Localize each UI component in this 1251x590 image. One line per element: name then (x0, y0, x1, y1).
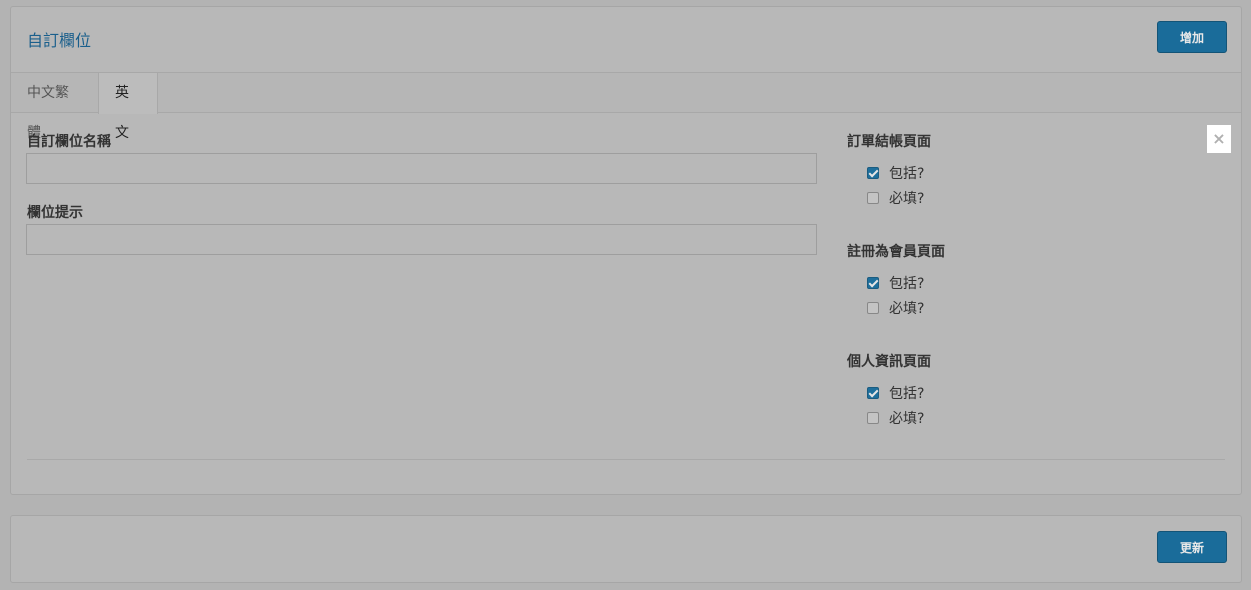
checkout-include-label: 包括? (889, 166, 925, 182)
register-required-checkbox[interactable] (867, 302, 879, 314)
profile-required-checkbox[interactable] (867, 412, 879, 424)
profile-required-label: 必填? (889, 411, 925, 427)
tab-english[interactable]: 英文 (98, 73, 158, 141)
checkout-required-option[interactable]: 必填? (867, 189, 924, 207)
profile-required-option[interactable]: 必填? (867, 409, 924, 427)
register-required-option[interactable]: 必填? (867, 299, 924, 317)
update-button[interactable]: 更新 (1157, 531, 1227, 563)
divider (27, 459, 1225, 460)
checkout-include-checkbox[interactable] (867, 167, 879, 179)
footer-panel: 更新 (10, 515, 1242, 583)
page-title: 自訂欄位 (27, 31, 92, 50)
register-required-label: 必填? (889, 301, 925, 317)
checkout-required-checkbox[interactable] (867, 192, 879, 204)
profile-include-label: 包括? (889, 386, 925, 402)
field-hint-input[interactable] (26, 224, 817, 255)
custom-field-panel: 自訂欄位 增加 中文繁體 英文 自訂欄位名稱 欄位提示 訂單結帳頁面 包括? 必… (10, 6, 1242, 495)
profile-include-option[interactable]: 包括? (867, 384, 924, 402)
add-button[interactable]: 增加 (1157, 21, 1227, 53)
panel-heading: 自訂欄位 增加 (11, 7, 1241, 73)
language-tabs: 中文繁體 英文 (11, 73, 1241, 141)
tab-traditional-chinese[interactable]: 中文繁體 (11, 73, 98, 141)
register-include-checkbox[interactable] (867, 277, 879, 289)
register-include-option[interactable]: 包括? (867, 274, 924, 292)
field-name-label: 自訂欄位名稱 (27, 134, 111, 150)
profile-include-checkbox[interactable] (867, 387, 879, 399)
field-hint-label: 欄位提示 (27, 205, 83, 221)
section-title-profile: 個人資訊頁面 (847, 354, 931, 370)
register-include-label: 包括? (889, 276, 925, 292)
checkout-include-option[interactable]: 包括? (867, 164, 924, 182)
section-title-checkout: 訂單結帳頁面 (847, 134, 931, 150)
section-title-register: 註冊為會員頁面 (847, 244, 945, 260)
checkout-required-label: 必填? (889, 191, 925, 207)
field-name-input[interactable] (26, 153, 817, 184)
close-icon[interactable]: × (1207, 125, 1231, 153)
